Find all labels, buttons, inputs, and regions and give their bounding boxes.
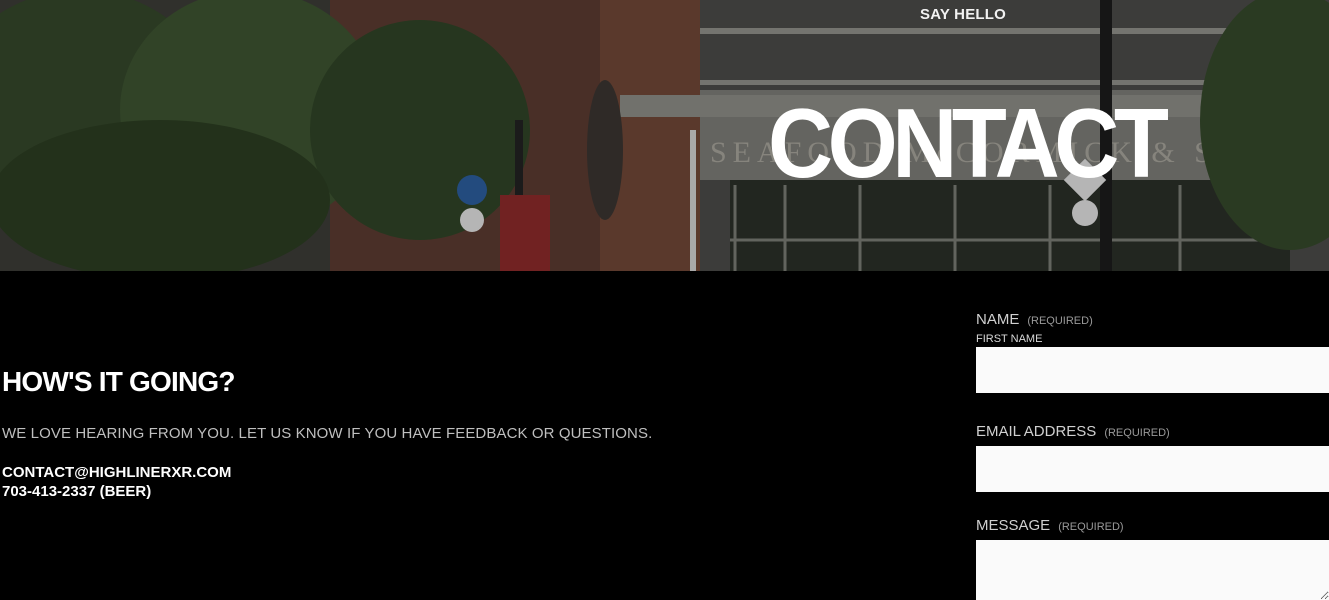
message-field-group: MESSAGE (REQUIRED) bbox=[976, 517, 1329, 600]
email-required-note: (REQUIRED) bbox=[1104, 427, 1170, 439]
email-field-group: EMAIL ADDRESS (REQUIRED) bbox=[976, 423, 1329, 492]
contact-form: NAME (REQUIRED) FIRST NAME EMAIL ADDRESS… bbox=[976, 311, 1329, 600]
name-field-group: NAME (REQUIRED) FIRST NAME bbox=[976, 311, 1329, 393]
first-name-input[interactable] bbox=[976, 347, 1329, 393]
name-label: NAME bbox=[976, 311, 1020, 328]
email-input[interactable] bbox=[976, 446, 1329, 492]
first-name-label: FIRST NAME bbox=[976, 333, 1043, 345]
contact-details: CONTACT@HIGHLINERXR.COM 703-413-2337 (BE… bbox=[2, 463, 902, 501]
name-required-note: (REQUIRED) bbox=[1027, 315, 1093, 327]
intro-body: WE LOVE HEARING FROM YOU. LET US KNOW IF… bbox=[2, 425, 653, 442]
hero-banner: SEAFOOD McCORMICK & SCH SAY HELLO CONTAC… bbox=[0, 0, 1329, 271]
page-title: CONTACT bbox=[768, 87, 1169, 198]
contact-intro: HOW'S IT GOING? WE LOVE HEARING FROM YOU… bbox=[2, 366, 902, 501]
intro-heading: HOW'S IT GOING? bbox=[2, 366, 235, 397]
hero-eyebrow: SAY HELLO bbox=[920, 6, 1006, 23]
contact-phone: 703-413-2337 (BEER) bbox=[2, 483, 152, 500]
message-textarea[interactable] bbox=[976, 540, 1329, 600]
contact-email-link[interactable]: CONTACT@HIGHLINERXR.COM bbox=[2, 463, 902, 482]
message-required-note: (REQUIRED) bbox=[1058, 521, 1124, 533]
email-label-row: EMAIL ADDRESS (REQUIRED) bbox=[976, 423, 1329, 440]
message-label-row: MESSAGE (REQUIRED) bbox=[976, 517, 1329, 534]
message-label: MESSAGE bbox=[976, 517, 1051, 534]
email-label: EMAIL ADDRESS bbox=[976, 423, 1097, 440]
name-label-row: NAME (REQUIRED) bbox=[976, 311, 1329, 328]
